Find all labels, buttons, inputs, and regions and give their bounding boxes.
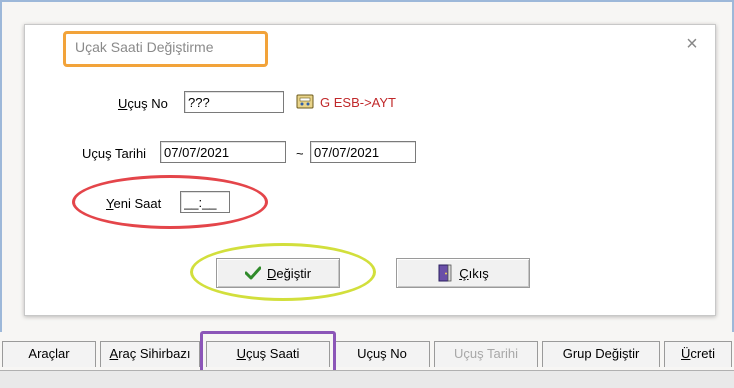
bottom-strip [0, 370, 734, 388]
exit-door-icon [438, 264, 452, 282]
tab-vehicles[interactable]: Araçlar [2, 341, 96, 367]
route-icon[interactable] [296, 92, 314, 110]
tab-group-change[interactable]: Grup Değiştir [542, 341, 660, 367]
tab-flight-date: Uçuş Tarihi [434, 341, 538, 367]
exit-button-label: Çıkış [459, 265, 489, 281]
flight-date-from-input[interactable] [160, 141, 286, 163]
exit-button[interactable]: Çıkış [396, 258, 530, 288]
checkmark-icon [244, 266, 261, 280]
tab-flight-no[interactable]: Uçuş No [334, 341, 430, 367]
change-button-label: Değiştir [266, 265, 312, 281]
flight-no-input[interactable] [184, 91, 284, 113]
new-time-input[interactable] [180, 191, 230, 213]
route-text: G ESB->AYT [320, 95, 396, 110]
tab-fee[interactable]: Ücreti [664, 341, 732, 367]
close-icon[interactable]: × [681, 33, 703, 55]
new-time-highlight [72, 175, 268, 229]
tab-vehicle-wizard[interactable]: Araç Sihirbazı [100, 341, 200, 367]
flight-no-label: Uçuş No [118, 96, 168, 111]
change-button[interactable]: Değiştir [216, 258, 340, 288]
flight-time-tab-highlight [200, 331, 336, 375]
dialog-title: Uçak Saati Değiştirme [75, 39, 214, 55]
date-range-separator: ~ [296, 146, 304, 161]
flight-date-label: Uçuş Tarihi [82, 146, 147, 161]
flight-date-to-input[interactable] [310, 141, 416, 163]
new-time-label: Yeni Saat [106, 196, 162, 211]
